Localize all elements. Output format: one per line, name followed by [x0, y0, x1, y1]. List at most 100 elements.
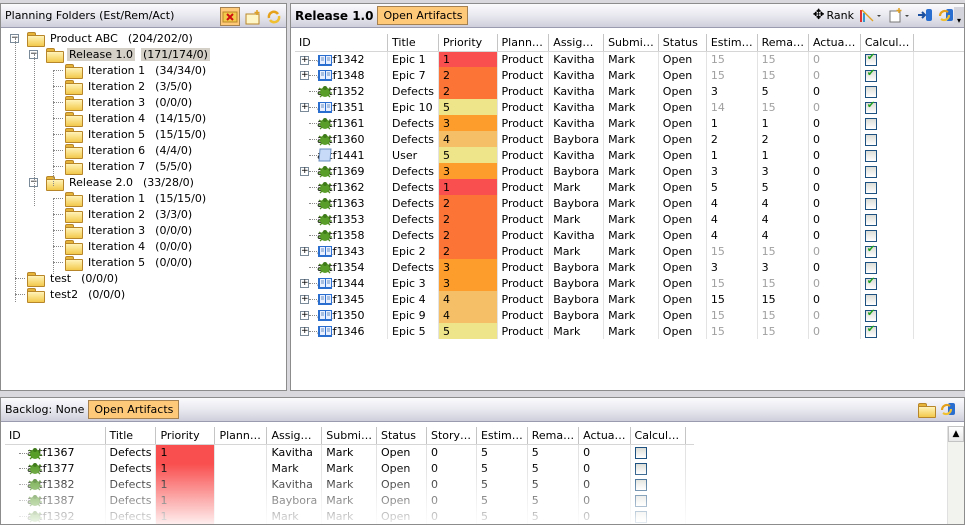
table-row[interactable]: artf1387 Defects 1 Baybora Mark Open 0 5 5 0 — [5, 492, 694, 508]
tree-node[interactable]: Iteration 6 (4/4/0) — [65, 142, 194, 159]
sync-icon[interactable] — [940, 401, 956, 417]
id-cell[interactable]: + artf1350 — [295, 307, 389, 323]
expand-toggle[interactable]: + — [300, 247, 309, 256]
id-cell[interactable]: + artf1346 — [295, 323, 389, 339]
calculated-checkbox[interactable] — [634, 462, 647, 475]
column-header[interactable]: Priority — [155, 427, 216, 445]
id-cell[interactable]: + artf1351 — [295, 99, 389, 115]
table-row[interactable]: artf1352 Defects 2 Product Kavitha Mark Open 3 5… — [295, 83, 964, 99]
table-row[interactable]: artf1353 Defects 2 Product Mark Mark Open 4 4 0 — [295, 211, 964, 227]
id-cell[interactable]: + artf1344 — [295, 275, 389, 291]
id-cell[interactable]: + artf1345 — [295, 291, 389, 307]
tree-node[interactable]: Release 1.0 (171/174/0) — [46, 46, 210, 63]
column-header[interactable]: Submi… — [603, 34, 659, 52]
calculated-checkbox[interactable] — [864, 68, 877, 82]
tree-node[interactable]: Iteration 4 (14/15/0) — [65, 110, 208, 127]
calculated-checkbox[interactable] — [864, 133, 877, 146]
column-header[interactable]: Story… — [426, 427, 477, 445]
column-header[interactable]: Submi… — [321, 427, 377, 445]
id-cell[interactable]: artf1352 — [295, 83, 389, 99]
sync-icon[interactable] — [938, 7, 954, 23]
table-row[interactable]: artf1441 User 5 Product Kavitha Mark Open 1 1 0 — [295, 147, 964, 163]
calculated-checkbox[interactable] — [864, 52, 877, 66]
column-header[interactable]: Assig… — [266, 427, 323, 445]
id-cell[interactable]: artf1441 — [295, 147, 389, 163]
table-row[interactable]: artf1362 Defects 1 Product Mark Mark Open 5 5 0 — [295, 179, 964, 195]
tree-node[interactable]: Iteration 4 (0/0/0) — [65, 238, 194, 255]
tree-node[interactable]: Iteration 3 (0/0/0) — [65, 94, 194, 111]
tree-node[interactable]: Iteration 2 (3/5/0) — [65, 78, 194, 95]
folder-icon[interactable] — [918, 402, 936, 418]
chart-icon[interactable] — [859, 7, 883, 23]
expand-toggle[interactable]: + — [300, 295, 309, 304]
expand-toggle[interactable]: + — [300, 327, 309, 336]
export-icon[interactable] — [917, 7, 933, 23]
id-cell[interactable]: artf1377 — [5, 460, 106, 476]
tree-node[interactable]: Iteration 5 (15/15/0) — [65, 126, 208, 143]
column-header[interactable]: Calcul… — [630, 427, 686, 445]
tree-node[interactable]: Iteration 7 (5/5/0) — [65, 158, 194, 175]
id-cell[interactable]: artf1358 — [295, 227, 389, 243]
table-row[interactable]: artf1360 Defects 4 Product Baybora Mark Open 2 2… — [295, 131, 964, 147]
id-cell[interactable]: artf1353 — [295, 211, 389, 227]
table-row[interactable]: + artf1351 Epic 10 5 Product Kavitha Mark Open 1… — [295, 99, 964, 115]
calculated-checkbox[interactable] — [864, 117, 877, 130]
column-header[interactable]: Actua… — [808, 34, 861, 52]
calculated-checkbox[interactable] — [634, 446, 647, 459]
calculated-checkbox[interactable] — [864, 276, 877, 290]
column-header[interactable]: ID — [5, 427, 106, 445]
calculated-checkbox[interactable] — [864, 165, 877, 178]
id-cell[interactable]: artf1362 — [295, 179, 389, 195]
tree-node[interactable]: Iteration 3 (0/0/0) — [65, 222, 194, 239]
backlog-open-artifacts-button[interactable]: Open Artifacts — [88, 400, 180, 419]
id-cell[interactable]: + artf1343 — [295, 243, 389, 259]
tree-node[interactable]: Iteration 1 (34/34/0) — [65, 62, 208, 79]
column-header[interactable]: Priority — [438, 34, 498, 52]
column-header[interactable]: Status — [658, 34, 707, 52]
new-folder-icon[interactable] — [245, 9, 261, 25]
column-header[interactable]: Estim… — [706, 34, 758, 52]
expand-toggle[interactable]: + — [300, 167, 309, 176]
calculated-checkbox[interactable] — [864, 229, 877, 242]
id-cell[interactable]: artf1392 — [5, 508, 106, 524]
table-row[interactable]: artf1367 Defects 1 Kavitha Mark Open 0 5 5 0 — [5, 444, 694, 460]
column-header[interactable]: Estim… — [476, 427, 528, 445]
tree-node[interactable]: Iteration 2 (3/3/0) — [65, 206, 194, 223]
column-header[interactable]: ID — [295, 34, 389, 52]
calculated-checkbox[interactable] — [864, 244, 877, 258]
rank-button[interactable]: ✥ Rank — [813, 8, 854, 22]
table-row[interactable]: + artf1350 Epic 9 4 Product Baybora Mark Open 15… — [295, 307, 964, 323]
id-cell[interactable]: + artf1369 — [295, 163, 389, 179]
tree-node[interactable]: Release 2.0 (33/28/0) — [46, 174, 196, 191]
calculated-checkbox[interactable] — [864, 197, 877, 210]
table-row[interactable]: + artf1348 Epic 7 2 Product Kavitha Mark Open 15… — [295, 67, 964, 83]
expand-toggle[interactable]: + — [300, 279, 309, 288]
calculated-checkbox[interactable] — [864, 261, 877, 274]
id-cell[interactable]: artf1367 — [5, 444, 106, 460]
column-header[interactable]: Rema… — [757, 34, 809, 52]
column-header[interactable]: Title — [105, 427, 157, 445]
calculated-checkbox[interactable] — [634, 510, 647, 523]
table-row[interactable]: + artf1343 Epic 2 2 Product Mark Mark Open 15 15 0 — [295, 243, 964, 259]
calculated-checkbox[interactable] — [864, 100, 877, 114]
calculated-checkbox[interactable] — [634, 494, 647, 507]
id-cell[interactable]: + artf1342 — [295, 51, 389, 67]
tree-node[interactable]: Product ABC (204/202/0) — [27, 30, 195, 47]
scroll-up-button[interactable]: ▲ — [948, 426, 964, 442]
table-row[interactable]: + artf1369 Defects 3 Product Baybora Mark Open 3… — [295, 163, 964, 179]
view-menu-icon[interactable]: ▾ — [954, 7, 964, 27]
table-row[interactable]: + artf1346 Epic 5 5 Product Mark Mark Open 15 15 0 — [295, 323, 964, 339]
calculated-checkbox[interactable] — [634, 478, 647, 491]
expand-toggle[interactable]: + — [300, 103, 309, 112]
calculated-checkbox[interactable] — [864, 85, 877, 98]
tree-node[interactable]: Iteration 1 (15/15/0) — [65, 190, 208, 207]
column-header[interactable]: Assig… — [548, 34, 605, 52]
id-cell[interactable]: artf1382 — [5, 476, 106, 492]
backlog-scrollbar[interactable]: ▲ — [947, 426, 964, 524]
delete-folder-icon[interactable] — [220, 7, 240, 26]
table-row[interactable]: + artf1344 Epic 3 3 Product Baybora Mark Open 15… — [295, 275, 964, 291]
expand-toggle[interactable]: + — [300, 311, 309, 320]
column-header[interactable]: Rema… — [527, 427, 580, 445]
table-row[interactable]: artf1382 Defects 1 Kavitha Mark Open 0 5 5 0 — [5, 476, 694, 492]
expand-toggle[interactable]: + — [300, 71, 309, 80]
